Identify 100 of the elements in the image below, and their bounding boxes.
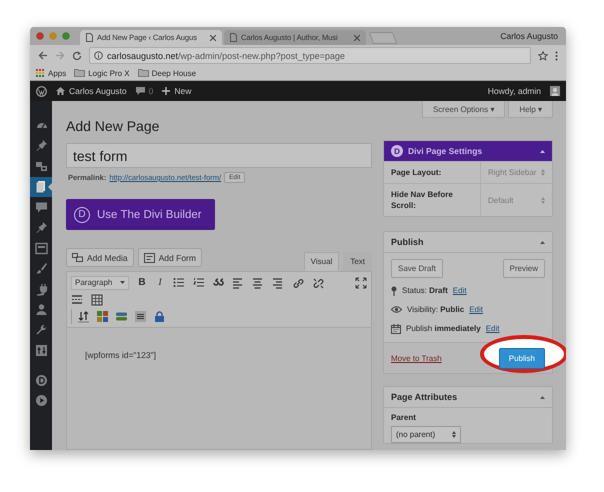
field-label: Page Layout: — [384, 162, 481, 183]
publish-button[interactable]: Publish — [498, 348, 545, 368]
eye-icon — [391, 306, 402, 313]
layers-icon[interactable] — [116, 310, 127, 322]
page-title: Add New Page — [66, 118, 160, 135]
divi-builder-button[interactable]: D Use The Divi Builder — [66, 199, 215, 230]
edit-link[interactable]: Edit — [486, 324, 500, 333]
align-center-icon[interactable] — [252, 276, 264, 288]
align-left-icon[interactable] — [232, 276, 244, 288]
comment-icon — [136, 87, 145, 95]
wordpress-logo-icon[interactable] — [36, 86, 47, 96]
info-icon — [94, 51, 103, 60]
help-button[interactable]: Help ▾ — [508, 101, 553, 118]
color-grid-icon[interactable] — [97, 310, 108, 322]
star-icon[interactable] — [538, 50, 548, 60]
add-form-button[interactable]: Add Form — [138, 248, 202, 267]
edit-link[interactable]: Edit — [452, 286, 467, 295]
edit-link[interactable]: Edit — [469, 305, 484, 314]
reload-icon[interactable] — [72, 50, 82, 60]
sort-icon[interactable] — [78, 310, 89, 322]
brush-icon — [34, 262, 48, 276]
sliders-icon — [34, 344, 48, 358]
user-icon — [34, 303, 48, 316]
screen-options-button[interactable]: Screen Options ▾ — [422, 101, 506, 118]
apps-icon — [36, 68, 45, 78]
media-icon — [34, 160, 48, 173]
collapse-icon[interactable] — [540, 150, 545, 152]
close-icon[interactable] — [210, 34, 216, 40]
pages-icon — [34, 180, 48, 194]
preview-button[interactable]: Preview — [502, 259, 545, 278]
comments-icon — [34, 200, 48, 214]
divi-logo: D — [391, 145, 403, 157]
stepper-icon — [541, 169, 545, 176]
save-draft-button[interactable]: Save Draft — [391, 259, 443, 278]
move-to-trash-link[interactable]: Move to Trash — [391, 354, 442, 362]
panel-title: Divi Page Settings — [408, 146, 482, 156]
plug-icon — [34, 282, 48, 296]
new-link[interactable]: New — [162, 86, 192, 96]
bold-button[interactable]: B — [137, 277, 147, 288]
back-icon[interactable] — [38, 51, 48, 60]
align-right-icon[interactable] — [272, 276, 284, 288]
unlink-icon[interactable] — [312, 276, 324, 288]
link-icon[interactable] — [292, 276, 304, 288]
home-icon — [56, 87, 65, 95]
add-media-button[interactable]: Add Media — [66, 248, 134, 267]
bookmark-item[interactable]: Logic Pro X — [74, 68, 130, 78]
pin-icon — [391, 286, 397, 296]
publish-setting: Publish immediately — [406, 324, 481, 333]
lock-icon[interactable] — [154, 310, 165, 322]
profile-name: Carlos Augusto — [500, 31, 558, 41]
calendar-icon — [391, 324, 401, 334]
editor-text: [wpforms id="123"] — [85, 350, 156, 360]
wrench-icon — [34, 324, 48, 337]
lines-icon[interactable] — [135, 310, 146, 322]
format-dropdown[interactable]: Paragraph — [71, 276, 129, 290]
play-icon — [34, 394, 48, 408]
publish-setting: Status: Draft — [402, 286, 448, 295]
caret-icon — [120, 281, 125, 284]
account-link[interactable]: Howdy, admin — [488, 86, 541, 96]
folder-icon — [138, 69, 149, 77]
bulleted-list-icon[interactable] — [173, 276, 185, 288]
plus-icon — [162, 87, 170, 95]
collapse-icon[interactable] — [540, 396, 545, 398]
title-field[interactable]: test form — [66, 143, 372, 168]
table-icon[interactable] — [91, 294, 103, 306]
collapse-icon[interactable] — [540, 240, 545, 244]
divi-logo: D — [74, 206, 90, 222]
pin-icon — [34, 221, 48, 234]
window-controls-icon[interactable] — [36, 32, 70, 40]
field-label: Parent — [390, 412, 417, 423]
pin-icon — [34, 139, 48, 152]
comments-link[interactable]: 0 — [136, 86, 154, 96]
editor-tab[interactable]: Visual — [304, 252, 340, 271]
divi-icon — [34, 374, 48, 387]
read-more-icon[interactable] — [71, 294, 83, 306]
field-label: Hide Nav Before Scroll: — [384, 184, 481, 216]
close-icon[interactable] — [354, 34, 360, 40]
publish-setting: Visibility: Public — [407, 305, 464, 314]
panel-title: Publish — [391, 237, 424, 247]
address-field[interactable]: carlosaugusto.net/wp-admin/post-new.php?post_type=page — [89, 47, 531, 64]
page-icon — [86, 33, 93, 42]
divi-settings-header[interactable]: D Divi Page Settings — [384, 141, 552, 161]
blockquote-icon[interactable] — [213, 276, 224, 288]
more-icon[interactable] — [555, 50, 558, 60]
bookmark-item[interactable]: Deep House — [138, 68, 196, 78]
fullscreen-icon[interactable] — [355, 276, 367, 288]
stepper-icon — [541, 196, 545, 204]
bookmark-item[interactable]: Apps — [36, 68, 66, 78]
site-link[interactable]: Carlos Augusto — [56, 86, 127, 96]
form-icon — [144, 252, 155, 262]
numbered-list-icon[interactable] — [193, 276, 205, 288]
menu-item[interactable] — [30, 176, 52, 197]
panel-title: Page Attributes — [391, 392, 458, 402]
editor-tab[interactable]: Text — [343, 252, 372, 271]
page-icon — [230, 33, 237, 42]
italic-button[interactable]: I — [155, 277, 165, 288]
add-media-icon — [72, 253, 83, 262]
panel-icon — [34, 242, 48, 255]
parent-select[interactable]: (no parent) — [391, 426, 461, 443]
folder-icon — [74, 69, 86, 77]
